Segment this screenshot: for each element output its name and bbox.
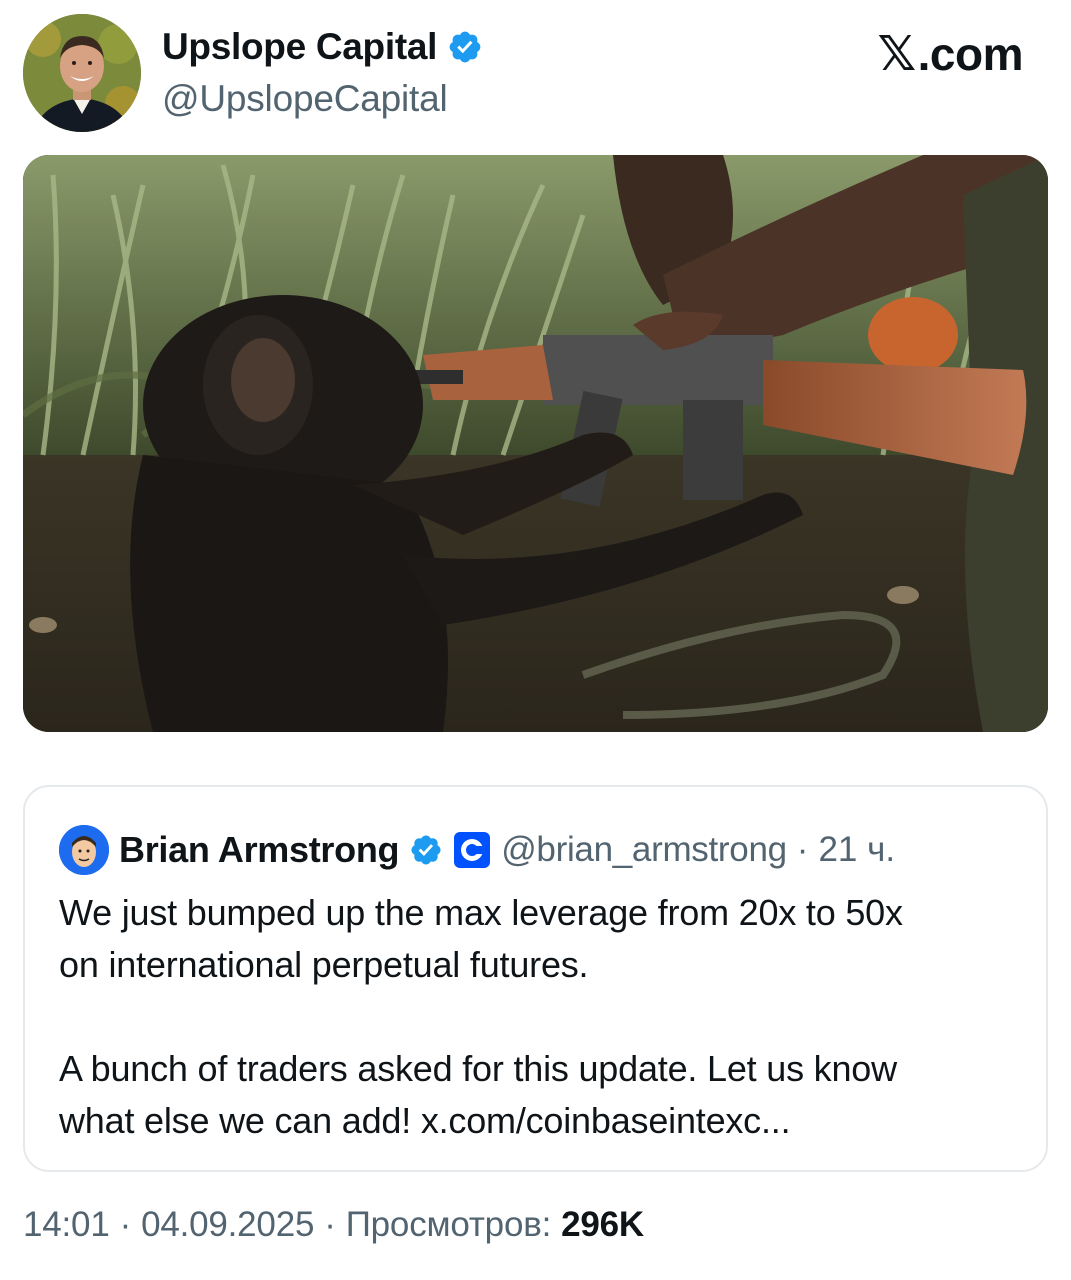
quoted-tweet-header: Brian Armstrong @brian_armstrong · 21 ч. xyxy=(59,825,895,875)
author-name[interactable]: Upslope Capital xyxy=(162,26,437,68)
quoted-tweet-time[interactable]: 21 ч. xyxy=(818,830,895,870)
quoted-author-handle[interactable]: @brian_armstrong xyxy=(501,830,787,870)
author-name-row: Upslope Capital xyxy=(162,26,483,68)
separator-dot: · xyxy=(119,1205,132,1244)
quoted-author-name[interactable]: Brian Armstrong xyxy=(119,829,400,871)
quoted-text-line: We just bumped up the max leverage from … xyxy=(59,892,903,933)
coinbase-icon[interactable] xyxy=(453,831,491,869)
views-count: 296K xyxy=(561,1205,645,1244)
quoted-tweet-text: We just bumped up the max leverage from … xyxy=(59,887,1029,1147)
quoted-text-line: what else we can add! x.com/coinbaseinte… xyxy=(59,1100,791,1141)
separator-dot: · xyxy=(324,1205,336,1244)
site-label: 𝕏 .com xyxy=(877,26,1023,82)
quoted-text-line: on international perpetual futures. xyxy=(59,944,589,985)
tweet-date[interactable]: 04.09.2025 xyxy=(141,1205,314,1245)
author-handle[interactable]: @UpslopeCapital xyxy=(162,78,448,120)
views-label: Просмотров: xyxy=(345,1205,552,1244)
x-logo-icon: 𝕏 xyxy=(877,26,916,82)
verified-badge-icon xyxy=(447,29,483,65)
quoted-text-line: A bunch of traders asked for this update… xyxy=(59,1048,897,1089)
tweet-time[interactable]: 14:01 xyxy=(23,1205,110,1245)
tweet-meta: 14:01 · 04.09.2025 · Просмотров: 296K xyxy=(23,1205,644,1245)
tweet-header: Upslope Capital @UpslopeCapital 𝕏 .com xyxy=(0,0,1071,150)
quoted-author-avatar[interactable] xyxy=(59,825,109,875)
verified-badge-icon xyxy=(409,833,443,867)
separator-dot: · xyxy=(796,830,809,869)
site-domain: .com xyxy=(917,28,1024,80)
quoted-tweet-card[interactable]: Brian Armstrong @brian_armstrong · 21 ч.… xyxy=(23,785,1048,1172)
author-avatar[interactable] xyxy=(23,14,141,132)
tweet-media-image[interactable] xyxy=(23,155,1048,732)
